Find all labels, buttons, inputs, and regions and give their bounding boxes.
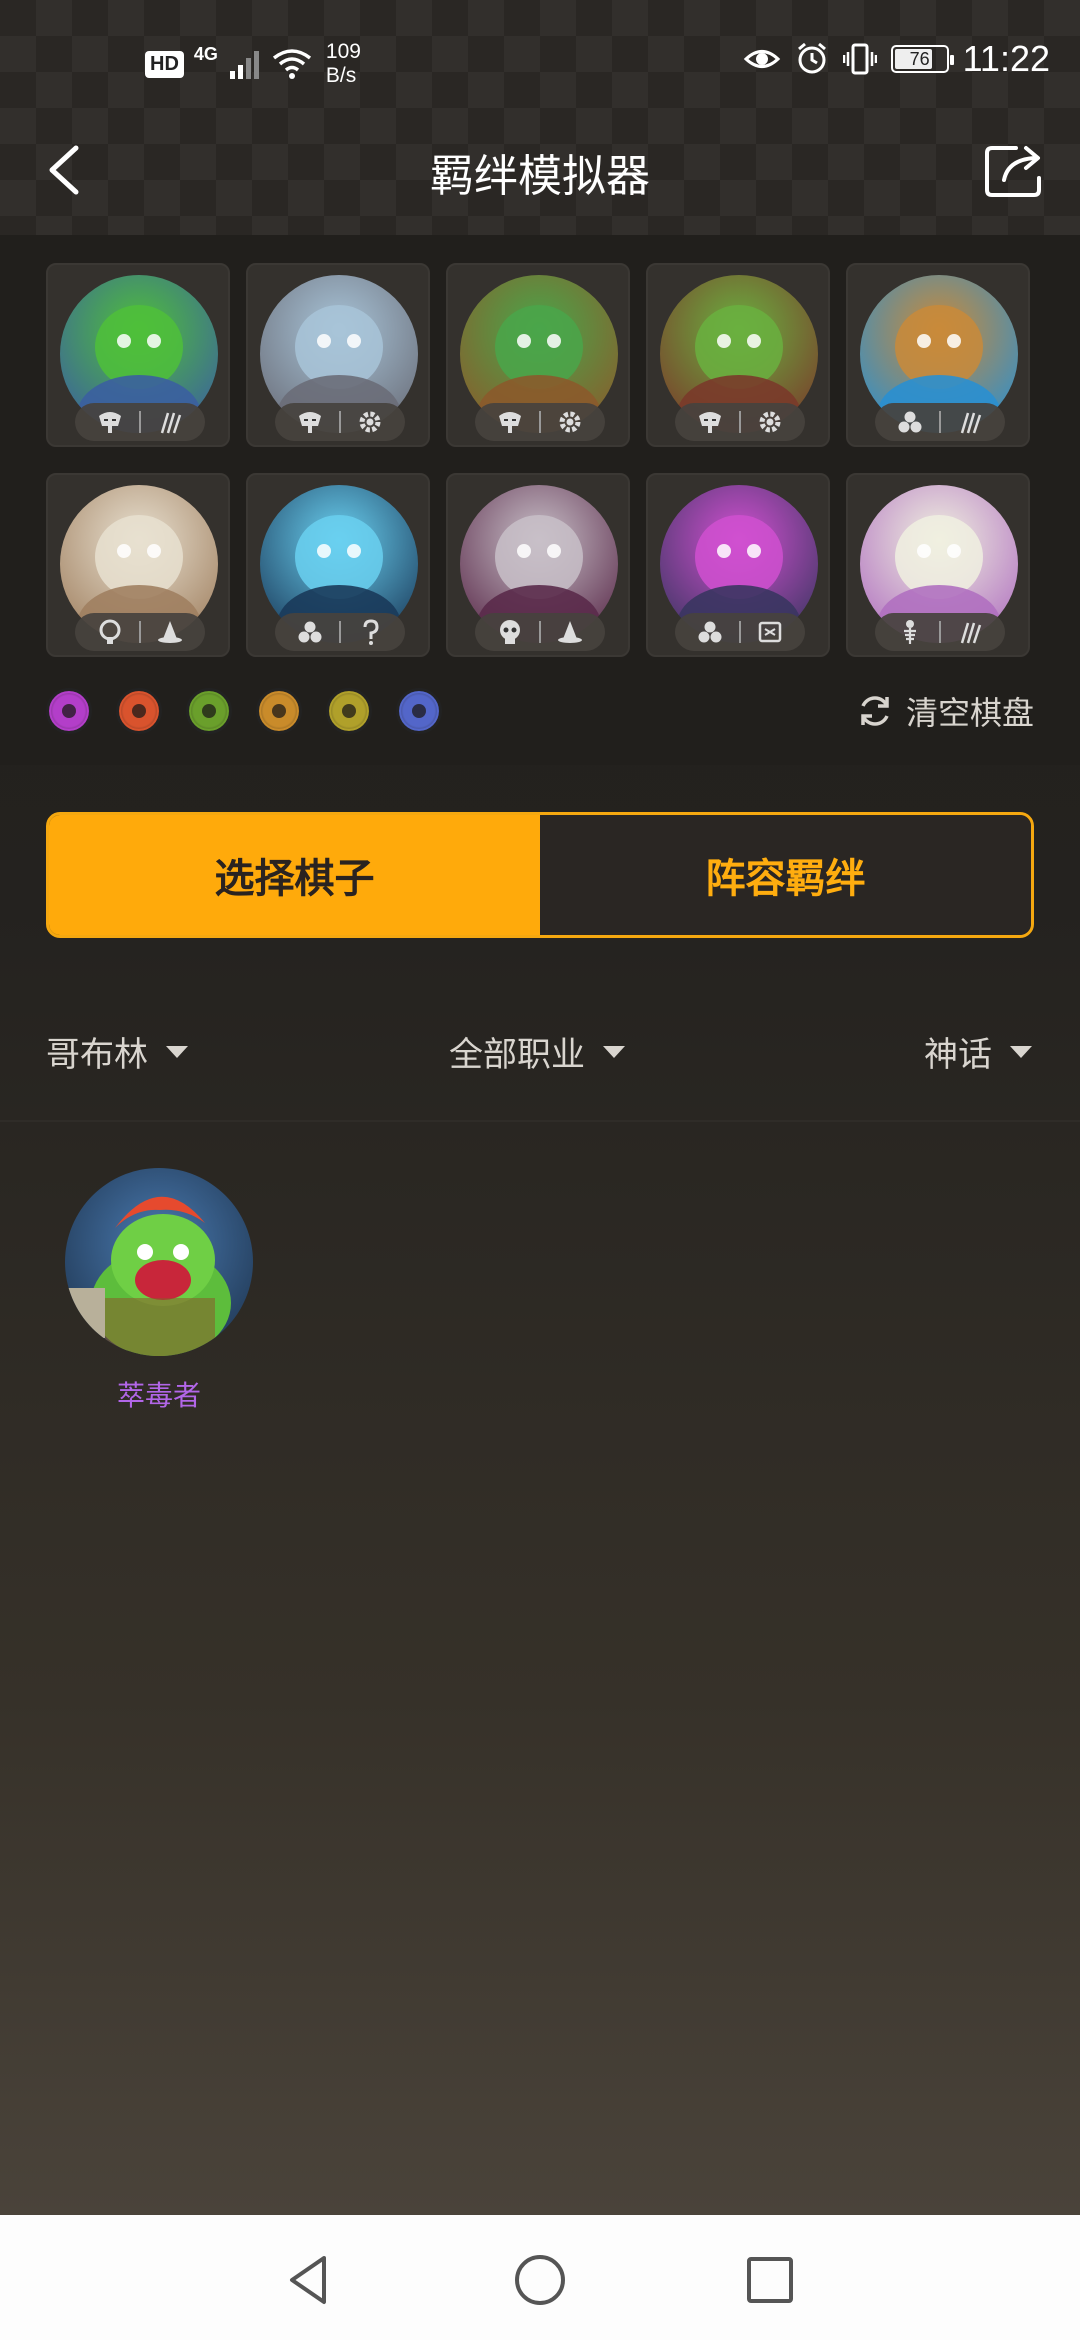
rarity-filter-dropdown[interactable]: 神话 [924, 1027, 1032, 1076]
separator [538, 411, 541, 433]
eye-comfort-icon [743, 50, 780, 68]
piece-card[interactable]: 萃毒者 [64, 1168, 254, 1414]
race-filter-label: 哥布林 [46, 1035, 148, 1075]
rarity-filter-label: 神话 [924, 1035, 992, 1075]
class-filter-label: 全部职业 [449, 1035, 585, 1075]
board-cell[interactable] [246, 263, 430, 447]
separator [138, 621, 141, 643]
separator [938, 411, 941, 433]
divider [0, 1120, 1080, 1122]
piece-traits-badge [75, 403, 205, 441]
nav-recents-icon[interactable] [740, 2250, 800, 2310]
clear-board-label: 清空棋盘 [905, 694, 1034, 732]
board-cell[interactable] [446, 473, 630, 657]
piece-traits-badge [875, 613, 1005, 651]
nav-back-icon[interactable] [280, 2250, 340, 2310]
wifi-icon [272, 49, 311, 79]
board-cell[interactable] [846, 473, 1030, 657]
race-filter-dropdown[interactable]: 哥布林 [46, 1027, 188, 1076]
demon-synergy-icon[interactable] [46, 688, 92, 734]
spirit-icon [96, 618, 124, 646]
page-title: 羁绊模拟器 [430, 151, 650, 202]
piece-traits-badge [675, 613, 805, 651]
share-button[interactable] [982, 140, 1048, 200]
system-nav-bar [0, 2215, 1080, 2340]
piece-portrait [65, 1168, 253, 1356]
refresh-icon [861, 696, 889, 726]
wizard-hat-icon [156, 618, 184, 646]
claw-icon [956, 408, 984, 436]
piece-traits-badge [475, 613, 605, 651]
hook-icon [356, 618, 384, 646]
triad-icon [296, 618, 324, 646]
chevron-down-icon [1010, 1045, 1032, 1058]
piece-traits-badge [275, 403, 405, 441]
hd-indicator: HD [145, 50, 184, 78]
separator [938, 621, 941, 643]
vibrate-icon [842, 43, 877, 75]
claw-icon [156, 408, 184, 436]
chess-board [0, 235, 1080, 765]
signal-icon [229, 51, 259, 79]
gear-icon [756, 408, 784, 436]
synergy-bar [46, 688, 442, 734]
network-speed: 109 B/s [325, 40, 361, 87]
orc-synergy-icon[interactable] [116, 688, 162, 734]
piece-name: 萃毒者 [116, 1379, 201, 1412]
board-cell[interactable] [246, 473, 430, 657]
board-cell[interactable] [446, 263, 630, 447]
separator [538, 621, 541, 643]
fish-bone-icon [896, 618, 924, 646]
piece-traits-badge [475, 403, 605, 441]
mode-tabs: 选择棋子 阵容羁绊 [46, 812, 1034, 938]
separator [738, 621, 741, 643]
gear-icon [556, 408, 584, 436]
separator [338, 621, 341, 643]
piece-traits-badge [75, 613, 205, 651]
filter-bar: 哥布林 全部职业 神话 [0, 1015, 1080, 1105]
spellbook-icon [756, 618, 784, 646]
triad-icon [696, 618, 724, 646]
clock: 11:22 [962, 38, 1050, 79]
elf-synergy-icon[interactable] [186, 688, 232, 734]
class-filter-dropdown[interactable]: 全部职业 [449, 1027, 625, 1076]
triad-icon [896, 408, 924, 436]
battery-indicator: 76 [890, 45, 954, 73]
nav-home-icon[interactable] [510, 2250, 570, 2310]
clear-board-button[interactable]: 清空棋盘 [856, 688, 1034, 734]
demon-mask-icon [696, 408, 724, 436]
mage-synergy-icon[interactable] [396, 688, 442, 734]
network-type: 4G [193, 43, 218, 64]
assassin-synergy-icon[interactable] [326, 688, 372, 734]
tab-select-pieces[interactable]: 选择棋子 [49, 815, 540, 935]
gear-icon [356, 408, 384, 436]
board-cell[interactable] [46, 473, 230, 657]
alarm-icon [797, 42, 826, 74]
demon-mask-icon [296, 408, 324, 436]
board-cell[interactable] [646, 473, 830, 657]
skull-icon [496, 618, 524, 646]
status-bar: HD 4G 109 B/s 76 11:22 [0, 30, 1080, 100]
separator [138, 411, 141, 433]
claw-icon [956, 618, 984, 646]
chevron-down-icon [603, 1045, 625, 1058]
mech-synergy-icon[interactable] [256, 688, 302, 734]
chevron-down-icon [166, 1045, 188, 1058]
board-cell[interactable] [646, 263, 830, 447]
piece-traits-badge [275, 613, 405, 651]
board-cell[interactable] [46, 263, 230, 447]
separator [738, 411, 741, 433]
board-cell[interactable] [846, 263, 1030, 447]
piece-traits-badge [675, 403, 805, 441]
wizard-hat-icon [556, 618, 584, 646]
separator [338, 411, 341, 433]
demon-mask-icon [96, 408, 124, 436]
piece-traits-badge [875, 403, 1005, 441]
app-header: HD 4G 109 B/s 76 11:22 羁绊模拟器 [0, 0, 1080, 235]
tab-lineup-synergy[interactable]: 阵容羁绊 [540, 815, 1031, 935]
demon-mask-icon [496, 408, 524, 436]
